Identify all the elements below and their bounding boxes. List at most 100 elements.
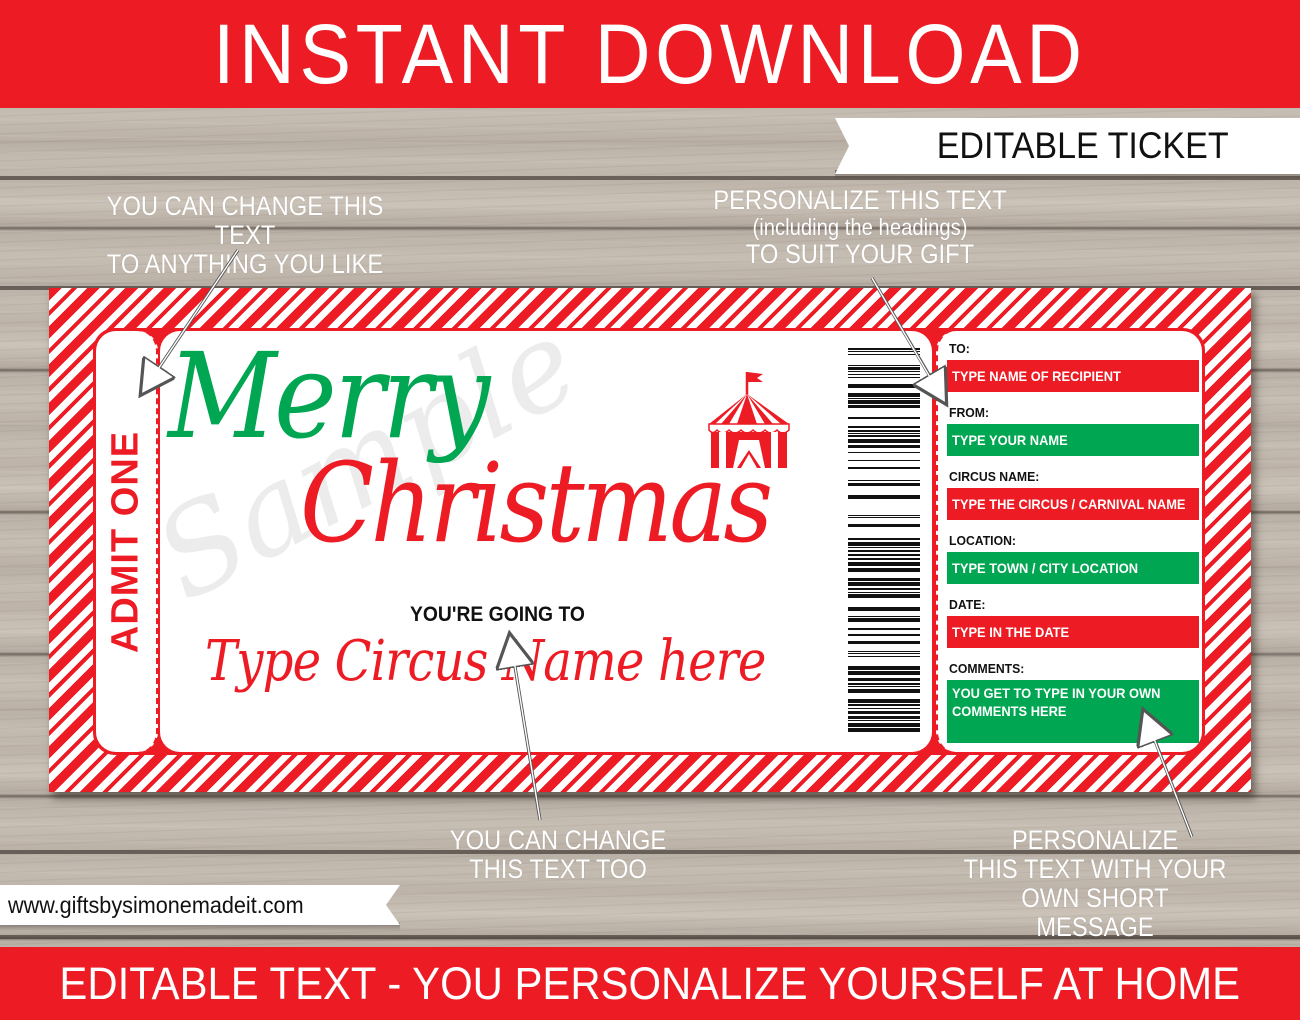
- ticket-details-panel: TO: TYPE NAME OF RECIPIENT FROM: TYPE YOUR …: [936, 331, 1202, 752]
- barcode-bar: [848, 720, 920, 721]
- barcode-bar: [848, 582, 920, 586]
- field-input[interactable]: TYPE NAME OF RECIPIENT: [947, 360, 1199, 392]
- field-value: YOU GET TO TYPE IN YOUR OWN COMMENTS HER…: [952, 685, 1161, 719]
- editable-ticket-ribbon: EDITABLE TICKET: [835, 118, 1300, 174]
- barcode-bar: [848, 405, 920, 408]
- barcode-bar: [848, 607, 920, 611]
- circus-tent-icon: [708, 372, 790, 468]
- barcode-bar: [848, 439, 920, 443]
- field-label[interactable]: DATE:: [949, 597, 985, 612]
- barcode-bar: [848, 708, 920, 709]
- barcode-bar: [848, 578, 920, 581]
- field-input[interactable]: TYPE TOWN / CITY LOCATION: [947, 552, 1199, 584]
- barcode-bar: [848, 515, 920, 516]
- field-input[interactable]: YOU GET TO TYPE IN YOUR OWN COMMENTS HER…: [947, 680, 1199, 743]
- barcode-bar: [848, 348, 920, 350]
- barcode-bar: [848, 452, 920, 453]
- field-value: TYPE IN THE DATE: [952, 624, 1070, 640]
- note-line: THIS TEXT TOO: [469, 854, 647, 885]
- barcode-bar: [848, 558, 920, 560]
- barcode-bar: [848, 666, 920, 670]
- barcode-bar: [848, 671, 920, 675]
- barcode-bar: [848, 524, 920, 527]
- field-value: TYPE NAME OF RECIPIENT: [952, 368, 1121, 384]
- note-line: PERSONALIZE THIS TEXT: [713, 185, 1007, 215]
- barcode-icon: [848, 348, 920, 732]
- barcode-bar: [848, 656, 920, 657]
- barcode-bar: [848, 398, 920, 399]
- barcode-bar: [848, 480, 920, 481]
- note-line: (including the headings): [752, 214, 968, 241]
- note-line: TO SUIT YOUR GIFT: [745, 238, 975, 269]
- barcode-bar: [848, 704, 920, 706]
- barcode-bar: [848, 430, 920, 432]
- barcode-bar: [848, 460, 920, 461]
- website-link[interactable]: www.giftsbysimonemadeit.com: [8, 892, 304, 919]
- barcode-bar: [848, 554, 920, 556]
- barcode-bar: [848, 417, 920, 419]
- going-to-label[interactable]: YOU'RE GOING TO: [410, 603, 585, 627]
- barcode-bar: [848, 683, 920, 685]
- barcode-bar: [848, 678, 920, 681]
- barcode-bar: [848, 653, 920, 654]
- ticket-main: Sample Merry Christmas YOU'RE GOING TO T…: [160, 331, 932, 752]
- barcode-bar: [848, 723, 920, 727]
- website-ribbon: www.giftsbysimonemadeit.com: [0, 885, 400, 925]
- barcode-bar: [848, 568, 920, 572]
- barcode-bar: [848, 628, 920, 630]
- barcode-bar: [848, 538, 920, 540]
- barcode-bar: [848, 483, 920, 486]
- barcode-bar: [848, 371, 920, 372]
- barcode-bar: [848, 716, 920, 719]
- barcode-bar: [848, 426, 920, 428]
- greeting-christmas[interactable]: Christmas: [300, 439, 773, 567]
- event-name[interactable]: Type Circus Name here: [205, 629, 766, 694]
- barcode-bar: [848, 699, 920, 703]
- field-label[interactable]: COMMENTS:: [949, 661, 1024, 676]
- barcode-bar: [848, 562, 920, 566]
- barcode-bar: [848, 374, 920, 375]
- barcode-bar: [848, 711, 920, 714]
- barcode-bar: [848, 393, 920, 397]
- bottom-banner: EDITABLE TEXT - YOU PERSONALIZE YOURSELF…: [0, 947, 1300, 1020]
- field-label[interactable]: FROM:: [949, 405, 989, 420]
- note-line: YOU CAN CHANGE: [449, 825, 667, 855]
- field-label[interactable]: LOCATION:: [949, 533, 1016, 548]
- bottom-banner-text: EDITABLE TEXT - YOU PERSONALIZE YOURSELF…: [59, 957, 1241, 1009]
- barcode-bar: [848, 384, 920, 388]
- barcode-bar: [848, 445, 920, 448]
- barcode-bar: [848, 588, 920, 590]
- top-banner: INSTANT DOWNLOAD: [0, 0, 1300, 108]
- field-label[interactable]: CIRCUS NAME:: [949, 469, 1039, 484]
- gift-ticket: ADMIT ONE Sample Merry Christmas YOU'RE …: [49, 288, 1251, 792]
- note-line: PERSONALIZE: [1011, 825, 1179, 855]
- admit-one-label[interactable]: ADMIT ONE: [105, 430, 148, 652]
- ticket-body: ADMIT ONE Sample Merry Christmas YOU'RE …: [93, 328, 1205, 755]
- barcode-bar: [848, 354, 920, 355]
- barcode-bar: [848, 467, 920, 469]
- field-input[interactable]: TYPE YOUR NAME: [947, 424, 1199, 456]
- field-value: TYPE TOWN / CITY LOCATION: [952, 560, 1139, 576]
- barcode-bar: [848, 616, 920, 617]
- field-label[interactable]: TO:: [949, 341, 970, 356]
- barcode-bar: [848, 542, 920, 546]
- field-input[interactable]: TYPE IN THE DATE: [947, 616, 1199, 648]
- banner-title: INSTANT DOWNLOAD: [213, 7, 1087, 101]
- note-line: THIS TEXT WITH YOUR: [963, 854, 1227, 885]
- barcode-bar: [848, 686, 920, 687]
- barcode-bar: [848, 377, 920, 378]
- barcode-bar: [848, 367, 920, 370]
- barcode-bar: [848, 592, 920, 593]
- barcode-bar: [848, 634, 920, 636]
- barcode-bar: [848, 495, 920, 499]
- note-bottom-center: YOU CAN CHANGE THIS TEXT TOO: [444, 825, 673, 885]
- field-input[interactable]: TYPE THE CIRCUS / CARNIVAL NAME: [947, 488, 1199, 520]
- barcode-bar: [848, 641, 920, 644]
- barcode-bar: [848, 618, 920, 622]
- barcode-bar: [848, 365, 920, 366]
- note-top-left: YOU CAN CHANGE THIS TEXT TO ANYTHING YOU…: [82, 191, 408, 279]
- ribbon-label: EDITABLE TICKET: [936, 125, 1229, 166]
- barcode-bar: [848, 351, 920, 352]
- barcode-bar: [848, 550, 920, 552]
- note-bottom-right: PERSONALIZE THIS TEXT WITH YOUR OWN SHOR…: [963, 825, 1227, 943]
